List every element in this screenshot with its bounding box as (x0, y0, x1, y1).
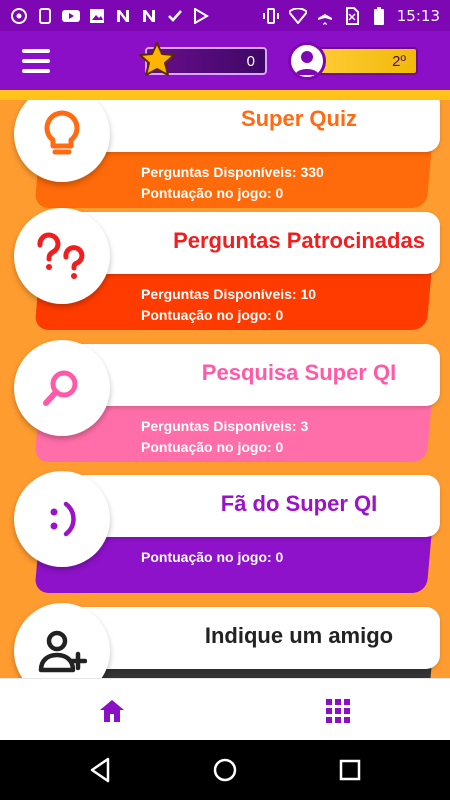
phone-sync-icon (36, 7, 54, 25)
app-bar-accent-strip (0, 90, 450, 100)
card-title: Indique um amigo (204, 623, 394, 648)
card-title: Fã do Super QI (220, 491, 378, 516)
card-icon-circle (14, 208, 110, 304)
card-title: Perguntas Patrocinadas (173, 228, 425, 253)
card-stats: Perguntas Disponíveis: 3 Pontuação no jo… (141, 416, 308, 458)
rank-value: 2º (392, 53, 406, 70)
vibrate-icon (262, 7, 280, 25)
youtube-icon (62, 7, 80, 25)
lightbulb-icon (44, 110, 80, 155)
question-marks-icon (37, 232, 85, 279)
star-icon (139, 42, 175, 76)
status-bar: 15:13 (0, 0, 450, 31)
n-icon (114, 7, 132, 25)
card-title: Pesquisa Super QI (201, 360, 397, 385)
home-circle-icon[interactable] (212, 757, 238, 783)
card-fa-do-super-qi[interactable]: Fã do Super QI Pontuação no jogo: 0 (0, 471, 450, 605)
check-icon (166, 7, 184, 25)
recent-apps-icon[interactable] (337, 757, 363, 783)
stat-available: Perguntas Disponíveis: 10 (141, 286, 317, 302)
card-indique-um-amigo[interactable]: Indique um amigo (0, 603, 450, 678)
card-header: Fã do Super QI (58, 475, 440, 537)
n-icon (140, 7, 158, 25)
airplane-icon (316, 7, 334, 25)
menu-icon-line (22, 49, 50, 53)
play-store-icon (192, 7, 210, 25)
add-user-icon (38, 630, 87, 673)
grid-menu-icon[interactable] (325, 698, 351, 724)
no-sim-icon (343, 6, 361, 25)
hamburger-menu-button[interactable] (22, 49, 50, 73)
card-header: Pesquisa Super QI (58, 344, 440, 406)
home-icon[interactable] (98, 698, 126, 724)
card-stats: Perguntas Disponíveis: 330 Pontuação no … (141, 162, 324, 204)
stat-available: Perguntas Disponíveis: 330 (141, 164, 324, 180)
battery-icon (370, 6, 388, 25)
menu-list: Super Quiz Perguntas Disponíveis: 330 Po… (0, 100, 450, 678)
card-super-quiz[interactable]: Super Quiz Perguntas Disponíveis: 330 Po… (0, 100, 450, 220)
stat-score: Pontuação no jogo: 0 (141, 307, 284, 323)
card-stats: Perguntas Disponíveis: 10 Pontuação no j… (141, 284, 316, 326)
bottom-navigation (0, 678, 450, 740)
card-title: Super Quiz (240, 106, 358, 131)
stat-available: Perguntas Disponíveis: 3 (141, 418, 309, 434)
clock: 15:13 (396, 6, 440, 25)
avatar[interactable] (288, 42, 326, 80)
stat-score: Pontuação no jogo: 0 (141, 549, 284, 565)
card-header: Super Quiz (58, 100, 440, 152)
stat-score: Pontuação no jogo: 0 (141, 185, 284, 201)
system-navigation-bar (0, 740, 450, 800)
chrome-icon (10, 7, 28, 25)
magnifier-icon (43, 370, 78, 406)
card-pesquisa-super-qi[interactable]: Pesquisa Super QI Perguntas Disponíveis:… (0, 340, 450, 474)
menu-icon-line (22, 69, 50, 73)
card-stats: Pontuação no jogo: 0 (141, 547, 283, 568)
notification-icons (10, 7, 210, 25)
card-icon-circle (14, 340, 110, 436)
card-header: Indique um amigo (58, 607, 440, 669)
system-indicators: 15:13 (262, 6, 440, 25)
card-perguntas-patrocinadas[interactable]: Perguntas Patrocinadas Perguntas Disponí… (0, 208, 450, 342)
card-icon-circle (14, 471, 110, 567)
user-avatar-icon (295, 51, 319, 75)
back-icon[interactable] (88, 757, 114, 783)
wifi-icon (288, 7, 307, 25)
menu-icon-line (22, 59, 50, 63)
card-header: Perguntas Patrocinadas (58, 212, 440, 274)
gallery-icon (88, 7, 106, 25)
stat-score: Pontuação no jogo: 0 (141, 439, 284, 455)
smiley-icon (50, 501, 76, 537)
score-value: 0 (246, 53, 255, 70)
